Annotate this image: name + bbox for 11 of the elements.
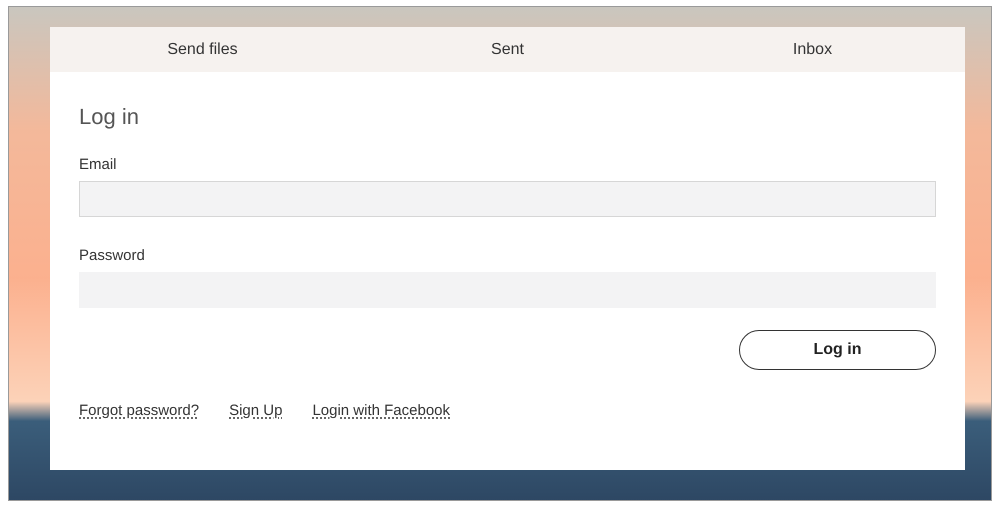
- input-field[interactable]: [79, 181, 936, 217]
- form-title: Log in: [79, 104, 140, 130]
- login-button[interactable]: Log in: [739, 330, 936, 370]
- nav-tab[interactable]: Sent: [355, 40, 660, 58]
- text-link[interactable]: Login with Facebook: [312, 402, 450, 419]
- field-label: Password: [79, 247, 146, 264]
- text-link[interactable]: Forgot password?: [79, 402, 200, 419]
- text-link[interactable]: Sign Up: [229, 402, 282, 419]
- field-label: Email: [79, 156, 118, 173]
- nav-tab[interactable]: Inbox: [660, 40, 965, 58]
- nav-tab[interactable]: Send files: [50, 40, 355, 58]
